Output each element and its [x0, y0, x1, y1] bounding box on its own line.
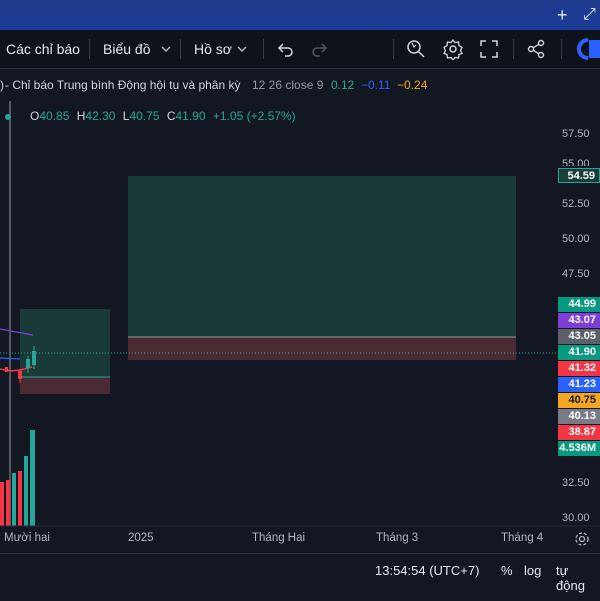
price-label: 41.90: [558, 345, 600, 360]
open-key: O: [30, 109, 40, 123]
time-tick: Mười hai: [4, 532, 50, 544]
redo-icon[interactable]: [309, 38, 331, 60]
toolbar-divider: [89, 39, 90, 59]
indicator-params: 12 26 close 9: [252, 78, 324, 92]
window-title-bar: + ⤢: [0, 0, 600, 30]
price-tick: 57.50: [562, 128, 590, 140]
indicator-info-bar: ) - Chỉ báo Trung bình Động hội tụ và ph…: [0, 69, 600, 101]
undo-icon[interactable]: [274, 38, 296, 60]
low-value: 40.75: [129, 109, 160, 123]
price-tick: 47.50: [562, 268, 590, 280]
toolbar-divider: [263, 39, 264, 59]
price-tick: 50.00: [562, 233, 590, 245]
price-chart[interactable]: [0, 101, 600, 553]
expand-icon[interactable]: ⤢: [583, 4, 596, 26]
chart-menu-button[interactable]: Biểu đồ: [103, 30, 150, 68]
price-label: 44.99: [558, 297, 600, 312]
toolbar-divider: [393, 39, 394, 59]
time-tick: 2025: [128, 532, 154, 544]
chevron-down-icon[interactable]: [155, 38, 177, 60]
indicator-title[interactable]: - Chỉ báo Trung bình Động hội tụ và phân…: [5, 69, 240, 101]
chevron-down-icon[interactable]: [231, 38, 253, 60]
target-zone[interactable]: [128, 176, 516, 337]
toolbar-divider: [513, 39, 514, 59]
fullscreen-icon[interactable]: [478, 38, 500, 60]
histogram-value: −0.24: [397, 78, 428, 92]
price-tick: 52.50: [562, 198, 590, 210]
indicators-button[interactable]: Các chỉ báo: [6, 30, 80, 68]
clock-timezone[interactable]: 13:54:54 (UTC+7): [375, 563, 479, 578]
price-tick: 30.00: [562, 512, 590, 524]
time-tick: Tháng 3: [376, 532, 419, 544]
close-key: C: [166, 109, 176, 123]
status-dot: [5, 114, 11, 120]
open-value: 40.85: [39, 109, 70, 123]
percent-toggle[interactable]: %: [501, 563, 513, 578]
indicator-prefix: ): [0, 78, 4, 92]
price-tick: 32.50: [562, 477, 590, 489]
change-value: +1.05 (+2.57%): [212, 109, 296, 123]
log-toggle[interactable]: log: [524, 563, 541, 578]
small-stop-zone[interactable]: [20, 377, 110, 394]
price-label: 43.07: [558, 313, 600, 328]
axis-settings-gear-icon[interactable]: [574, 531, 590, 547]
time-tick: Tháng Hai: [252, 532, 306, 544]
price-label: 43.05: [558, 329, 600, 344]
share-icon[interactable]: [525, 38, 547, 60]
high-value: 42.30: [85, 109, 116, 123]
volume-label: 4.536M: [558, 441, 600, 456]
logo-icon[interactable]: [574, 37, 600, 61]
price-label: 38.87: [558, 425, 600, 440]
price-label: 41.32: [558, 361, 600, 376]
price-tick: 55.00: [562, 158, 590, 166]
close-value: 41.90: [175, 109, 206, 123]
profile-menu-button[interactable]: Hồ sơ: [194, 30, 232, 68]
search-zoom-icon[interactable]: [405, 38, 427, 60]
add-tab-icon[interactable]: +: [557, 4, 568, 26]
bottom-status-bar: 13:54:54 (UTC+7) % log tự động: [0, 553, 600, 601]
toolbar-divider: [561, 39, 562, 59]
time-tick: Tháng 4: [501, 532, 544, 544]
price-label: 41.23: [558, 377, 600, 392]
signal-value: −0.11: [361, 78, 391, 92]
toolbar-divider: [180, 39, 181, 59]
macd-value: 0.12: [331, 78, 355, 92]
auto-scale-toggle[interactable]: tự động: [556, 563, 600, 593]
price-label: 40.13: [558, 409, 600, 424]
price-label: 54.59: [558, 168, 600, 183]
stop-zone[interactable]: [128, 337, 516, 360]
price-label: 40.75: [558, 393, 600, 408]
ohlc-legend: O40.85 H42.30 L40.75 C41.90 +1.05 (+2.57…: [30, 106, 296, 126]
gear-icon[interactable]: [442, 38, 464, 60]
chart-toolbar: Các chỉ báo Biểu đồ Hồ sơ: [0, 30, 600, 69]
